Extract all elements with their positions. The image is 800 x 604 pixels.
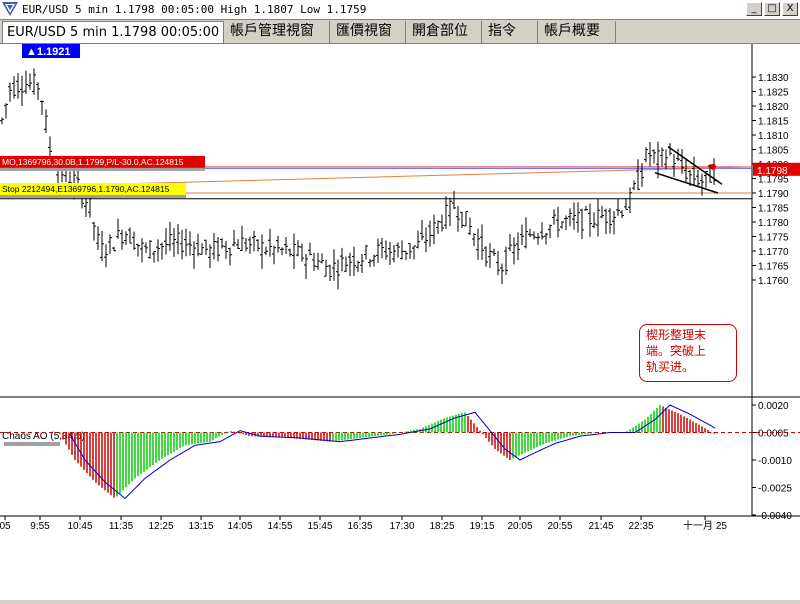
time-label: 13:15: [188, 521, 213, 532]
price-label: 1.1825: [758, 88, 789, 99]
indicator-label: 0.0020: [758, 401, 789, 412]
indicator-label: -0.0040: [758, 511, 792, 522]
annotation-line: 楔形整理末: [646, 328, 707, 342]
time-label: 20:55: [547, 521, 572, 532]
minimize-button[interactable]: _: [746, 2, 762, 16]
window-title-bar: EUR/USD 5 min 1.1798 00:05:00 High 1.180…: [0, 0, 800, 20]
current-price-label: 1.1798: [757, 166, 788, 177]
breakout-marker: [710, 163, 716, 170]
time-label: 20:05: [507, 521, 532, 532]
indicator-label: -0.0025: [758, 484, 792, 495]
price-label: 1.1810: [758, 131, 789, 142]
time-label: 12:25: [148, 521, 173, 532]
time-label: 17:30: [389, 521, 414, 532]
price-label: 1.1790: [758, 189, 789, 200]
stop-label: Stop 2212494,E1369796,1.1790,AC.124815: [2, 184, 170, 194]
price-label: 1.1820: [758, 102, 789, 113]
price-label: 1.1830: [758, 73, 789, 84]
maximize-button[interactable]: □: [764, 2, 780, 16]
time-label: 16:35: [347, 521, 372, 532]
tab-orders[interactable]: 指令: [484, 21, 538, 43]
time-label: 19:15: [469, 521, 494, 532]
time-label: 11:35: [109, 521, 134, 532]
order-label: MO,1369796,30.0B,1.1799,P/L-30.0,AC.1248…: [2, 157, 184, 167]
chart-canvas[interactable]: 1.18301.18251.18201.18151.18101.18051.18…: [0, 44, 800, 600]
time-label: 22:35: [628, 521, 653, 532]
high-tag-label: ▲1.1921: [26, 46, 71, 58]
price-label: 1.1785: [758, 204, 789, 215]
tab-bar: EUR/USD 5 min 1.1798 00:05:00 帳戶管理視窗 匯價視…: [0, 20, 800, 44]
stop-label-shadow: [0, 195, 186, 198]
order-label-shadow: [0, 167, 205, 171]
time-label: 14:05: [227, 521, 252, 532]
price-label: 1.1760: [758, 276, 789, 287]
time-label: 9:55: [30, 521, 50, 532]
price-label: 1.1805: [758, 146, 789, 157]
tab-open-positions[interactable]: 開倉部位: [408, 21, 482, 43]
time-label: 15:45: [307, 521, 332, 532]
tab-quotes[interactable]: 匯價視窗: [332, 21, 406, 43]
price-label: 1.1770: [758, 247, 789, 258]
indicator-label: 0.0005: [758, 429, 789, 440]
tab-account-summary[interactable]: 帳戶概要: [540, 21, 616, 43]
indicator-name-shadow: [4, 442, 60, 446]
tab-eurusd-chart[interactable]: EUR/USD 5 min 1.1798 00:05:00: [2, 21, 224, 43]
price-label: 1.1775: [758, 233, 789, 244]
close-button[interactable]: X: [782, 2, 798, 16]
price-label: 1.1780: [758, 218, 789, 229]
time-label: 05: [0, 521, 11, 532]
price-label: 1.1765: [758, 262, 789, 273]
annotation-line: 轨买进。: [646, 360, 695, 374]
time-label: 18:25: [429, 521, 454, 532]
time-label: 21:45: [588, 521, 613, 532]
time-label: 10:45: [67, 521, 92, 532]
window-title: EUR/USD 5 min 1.1798 00:05:00 High 1.180…: [22, 3, 367, 16]
annotation-note: 楔形整理末 端。突破上 轨买进。: [639, 324, 737, 382]
ao-signal-line: [69, 404, 716, 500]
app-logo-icon: [2, 2, 18, 16]
price-chart-area[interactable]: 1.18301.18251.18201.18151.18101.18051.18…: [0, 44, 800, 600]
time-label: 十一月 25: [683, 519, 727, 532]
tab-account-management[interactable]: 帳戶管理視窗: [226, 21, 330, 43]
time-label: 14:55: [267, 521, 292, 532]
indicator-label: -0.0010: [758, 456, 792, 467]
price-label: 1.1815: [758, 117, 789, 128]
annotation-line: 端。突破上: [646, 344, 707, 358]
